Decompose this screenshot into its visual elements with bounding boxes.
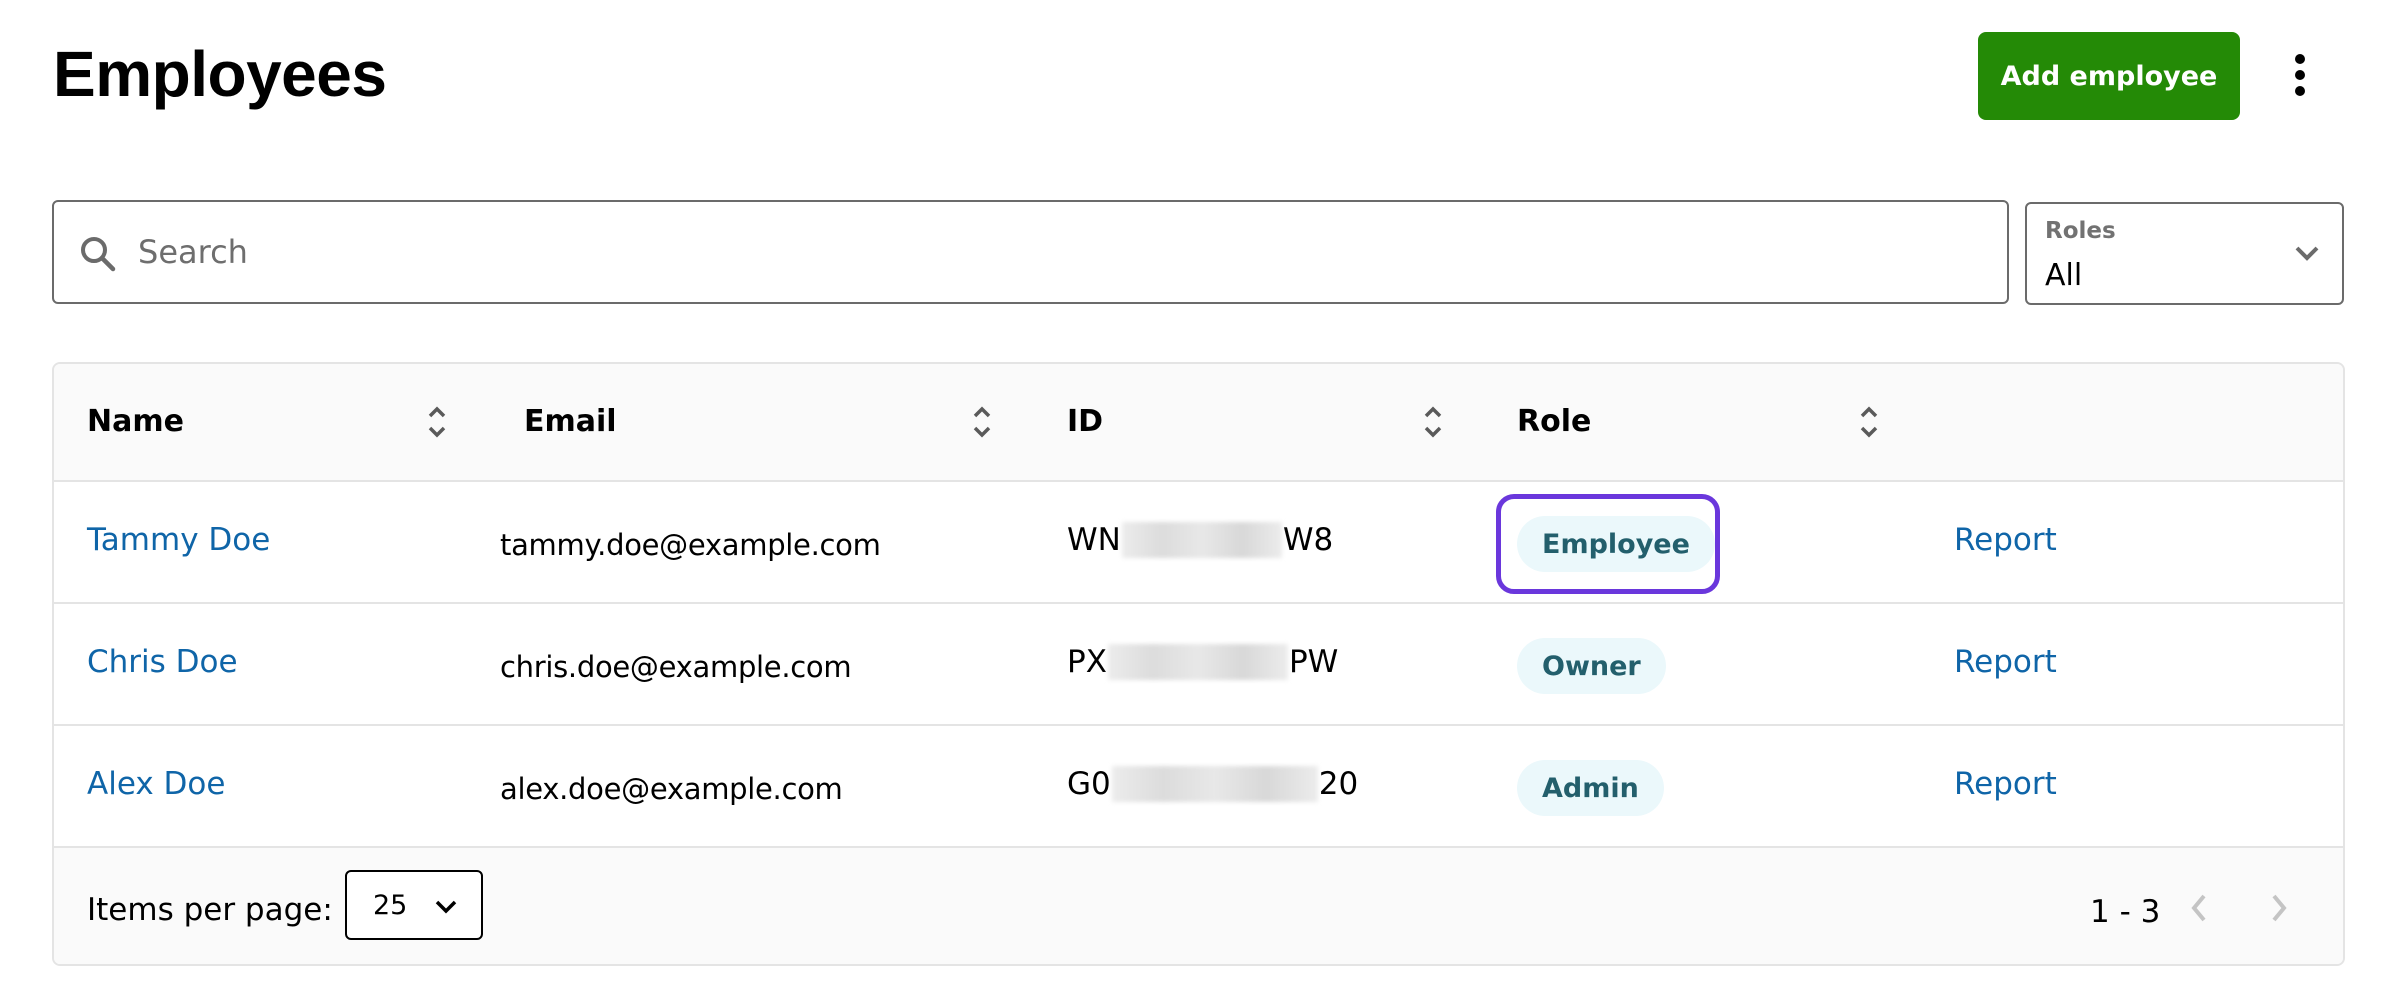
sort-icon[interactable] — [426, 402, 448, 442]
column-header-name[interactable]: Name — [87, 404, 184, 439]
roles-filter-select[interactable]: Roles All — [2025, 202, 2344, 305]
employee-id: PX PW — [1067, 644, 1339, 680]
roles-filter-label: Roles — [2045, 218, 2116, 244]
sort-icon[interactable] — [971, 402, 993, 442]
items-per-page-value: 25 — [373, 890, 408, 921]
kebab-vertical-icon — [2295, 54, 2305, 64]
redacted-text — [1111, 766, 1318, 802]
employees-table: Name Email ID Role Tammy Doe tammy.doe@e… — [52, 362, 2345, 966]
search-icon — [81, 237, 116, 272]
items-per-page-select[interactable]: 25 — [345, 870, 483, 940]
employee-name-link[interactable]: Alex Doe — [87, 766, 225, 802]
report-link[interactable]: Report — [1954, 644, 2057, 680]
role-badge[interactable]: Owner — [1517, 638, 1666, 694]
column-header-id[interactable]: ID — [1067, 404, 1103, 439]
table-row: Alex Doe alex.doe@example.com G0 20 Admi… — [54, 726, 2343, 848]
previous-page-icon[interactable] — [2189, 892, 2209, 924]
roles-filter-value: All — [2045, 258, 2083, 293]
table-row: Chris Doe chris.doe@example.com PX PW Ow… — [54, 604, 2343, 726]
items-per-page-label: Items per page: — [87, 892, 333, 928]
column-header-email[interactable]: Email — [524, 404, 617, 439]
table-header: Name Email ID Role — [54, 364, 2343, 482]
add-employee-button[interactable]: Add employee — [1978, 32, 2240, 120]
employee-name-link[interactable]: Chris Doe — [87, 644, 238, 680]
column-header-role[interactable]: Role — [1517, 404, 1591, 439]
sort-icon[interactable] — [1422, 402, 1444, 442]
page-title: Employees — [53, 38, 387, 110]
employee-email: chris.doe@example.com — [500, 650, 852, 684]
report-link[interactable]: Report — [1954, 766, 2057, 802]
table-footer: Items per page: 25 1 - 3 — [54, 848, 2343, 964]
employee-id: G0 20 — [1067, 766, 1359, 802]
pagination-range: 1 - 3 — [2090, 894, 2161, 930]
more-options-button[interactable] — [2280, 50, 2320, 100]
search-field[interactable] — [52, 200, 2009, 304]
employee-name-link[interactable]: Tammy Doe — [87, 522, 270, 558]
redacted-text — [1121, 522, 1282, 558]
next-page-icon[interactable] — [2269, 892, 2289, 924]
employee-email: alex.doe@example.com — [500, 772, 843, 806]
redacted-text — [1107, 644, 1288, 680]
search-input[interactable] — [138, 202, 1988, 302]
sort-icon[interactable] — [1858, 402, 1880, 442]
chevron-down-icon — [2295, 246, 2319, 261]
employee-email: tammy.doe@example.com — [500, 528, 881, 562]
table-row: Tammy Doe tammy.doe@example.com WN W8 Em… — [54, 482, 2343, 604]
employee-id: WN W8 — [1067, 522, 1334, 558]
role-badge[interactable]: Employee — [1517, 516, 1715, 572]
chevron-down-icon — [435, 900, 457, 914]
role-badge[interactable]: Admin — [1517, 760, 1664, 816]
report-link[interactable]: Report — [1954, 522, 2057, 558]
